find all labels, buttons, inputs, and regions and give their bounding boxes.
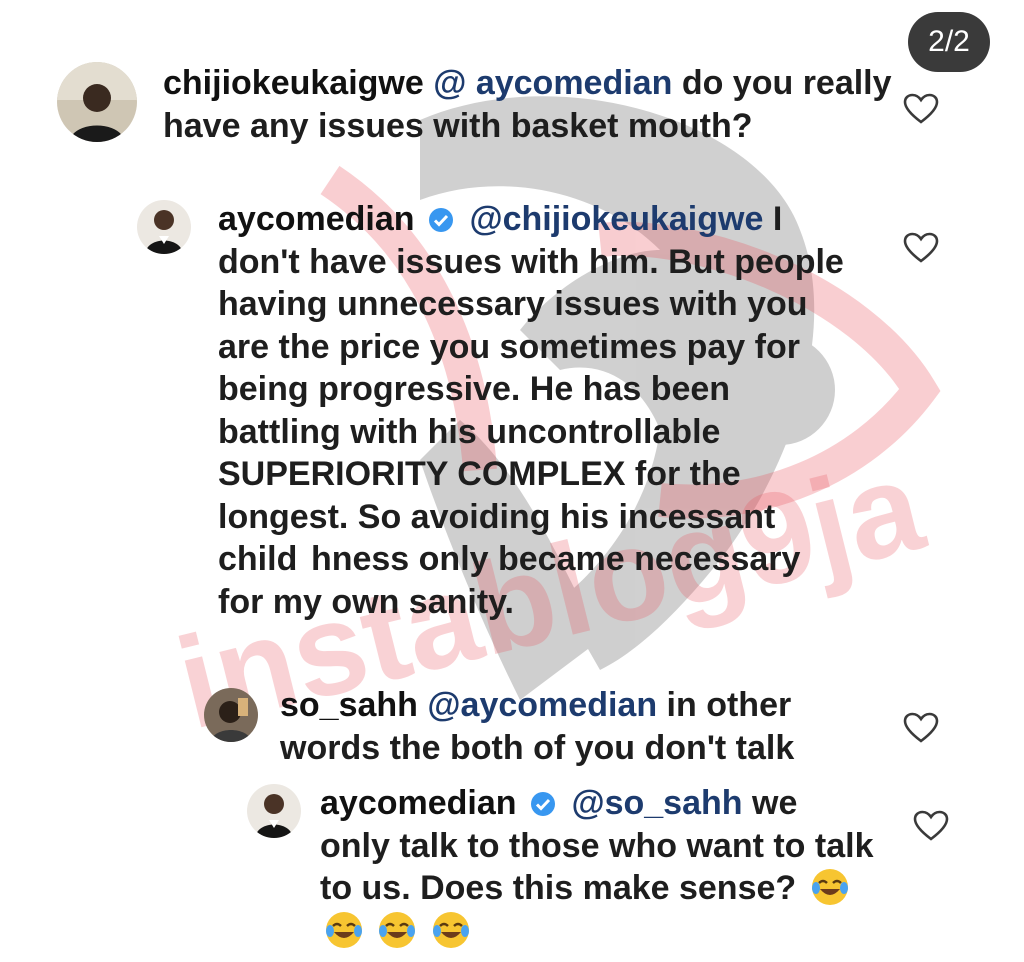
comment-text: aycomedian @chijiokeukaigwe I don't have… — [218, 198, 848, 623]
comment-mention[interactable]: @so_sahh — [571, 784, 742, 822]
face-with-tears-of-joy-icon — [432, 911, 469, 948]
verified-badge-icon — [428, 208, 453, 232]
heart-outline-icon — [903, 232, 939, 263]
comment-text: chijiokeukaigwe @ aycomedian do you real… — [163, 62, 903, 147]
comment-mention[interactable]: @chijiokeukaigwe — [469, 200, 763, 238]
avatar[interactable] — [137, 200, 191, 254]
comment-body: I don't have issues with him. But people… — [218, 200, 844, 621]
comment-username[interactable]: aycomedian — [320, 784, 517, 822]
comment-username[interactable]: chijiokeukaigwe — [163, 64, 424, 102]
comment-mention[interactable]: @ aycomedian — [433, 64, 672, 102]
comment-username[interactable]: so_sahh — [280, 686, 418, 724]
user-avatar-icon — [57, 62, 137, 142]
heart-outline-icon — [913, 810, 949, 841]
comment-mention[interactable]: @aycomedian — [427, 686, 657, 724]
comment-text: so_sahh @aycomedian in other words the b… — [280, 684, 840, 769]
verified-badge-icon — [530, 792, 555, 816]
like-button[interactable] — [903, 232, 939, 264]
comment-text: aycomedian @so_sahh we only talk to thos… — [320, 782, 875, 952]
avatar[interactable] — [204, 688, 258, 742]
avatar[interactable] — [247, 784, 301, 838]
user-avatar-icon — [247, 784, 301, 838]
face-with-tears-of-joy-icon — [326, 911, 362, 948]
face-with-tears-of-joy-icon — [379, 911, 416, 948]
user-avatar-icon — [204, 688, 258, 742]
like-button[interactable] — [913, 810, 949, 842]
comment-username[interactable]: aycomedian — [218, 200, 415, 238]
heart-outline-icon — [903, 93, 939, 124]
like-button[interactable] — [903, 712, 939, 744]
user-avatar-icon — [137, 200, 191, 254]
like-button[interactable] — [903, 93, 939, 125]
avatar[interactable] — [57, 62, 137, 142]
heart-outline-icon — [903, 712, 939, 743]
page-indicator-badge: 2/2 — [908, 12, 990, 72]
face-with-tears-of-joy-icon — [811, 869, 848, 905]
